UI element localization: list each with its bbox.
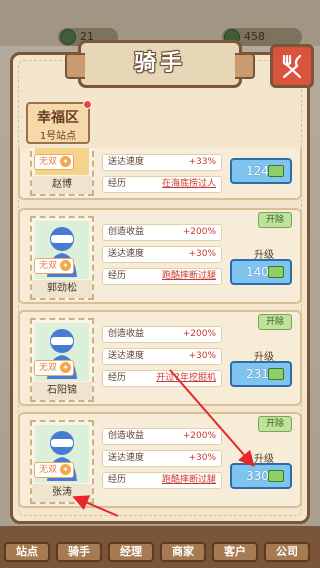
station-label: 1号站点 bbox=[39, 131, 77, 142]
fire-button[interactable]: 开除 bbox=[258, 314, 292, 330]
close-button[interactable] bbox=[270, 44, 314, 88]
fire-button[interactable]: 开除 bbox=[258, 416, 292, 432]
rider-card: 无双 ✦ 郭劲松 开除 创造收益 +200% 送达速度 +30% 经历 跑酷摔断过… bbox=[18, 208, 302, 304]
notification-dot bbox=[83, 100, 92, 109]
cash-icon bbox=[268, 470, 284, 482]
stat-revenue: 创造收益 +200% bbox=[102, 326, 222, 343]
cash-icon bbox=[268, 165, 284, 177]
rider-card: 无双 ✦ 张涛 开除 创造收益 +200% 送达速度 +30% 经历 跑酷摔断过腿… bbox=[18, 412, 302, 508]
nav-rider[interactable]: 骑手 bbox=[56, 542, 102, 562]
stat-experience: 经历 跑酷摔断过腿 bbox=[102, 268, 222, 285]
star-icon: ✦ bbox=[60, 464, 71, 475]
district-selector[interactable]: 幸福区 1号站点 bbox=[26, 100, 92, 144]
stat-revenue: 创造收益 +200% bbox=[102, 224, 222, 241]
stat-speed: 送达速度 +30% bbox=[102, 348, 222, 365]
stat-experience: 经历 开过7年挖掘机 bbox=[102, 370, 222, 387]
upgrade-button[interactable]: 140 bbox=[230, 259, 292, 285]
nav-station[interactable]: 站点 bbox=[4, 542, 50, 562]
nav-customer[interactable]: 客户 bbox=[212, 542, 258, 562]
nav-merchant[interactable]: 商家 bbox=[160, 542, 206, 562]
district-name: 幸福区 bbox=[37, 110, 79, 126]
star-icon: ✦ bbox=[60, 260, 71, 271]
rarity-badge: 无双 ✦ bbox=[34, 258, 74, 274]
cash-icon bbox=[268, 266, 284, 278]
rider-portrait: 无双 ✦ 张涛 bbox=[30, 420, 94, 504]
stat-speed: 送达速度 +30% bbox=[102, 246, 222, 263]
nav-manager[interactable]: 经理 bbox=[108, 542, 154, 562]
star-icon: ✦ bbox=[60, 156, 71, 167]
page-title: 骑手 bbox=[133, 51, 186, 76]
rider-card: 无双 ✦ 石阳锦 开除 创造收益 +200% 送达速度 +30% 经历 开过7年挖… bbox=[18, 310, 302, 406]
rider-name: 郭劲松 bbox=[32, 280, 92, 298]
rider-card: 无双 ✦ 赵博 送达速度 +33% 经历 在海底捞过人 124 bbox=[18, 148, 302, 200]
rider-portrait: 无双 ✦ 石阳锦 bbox=[30, 318, 94, 402]
fork-knife-icon bbox=[282, 54, 302, 79]
upgrade-button[interactable]: 124 bbox=[230, 158, 292, 184]
rarity-badge: 无双 ✦ bbox=[34, 462, 74, 478]
bottom-nav: 站点 骑手 经理 商家 客户 公司 bbox=[0, 526, 320, 568]
upgrade-button[interactable]: 231 bbox=[230, 361, 292, 387]
nav-company[interactable]: 公司 bbox=[264, 542, 310, 562]
star-icon: ✦ bbox=[60, 362, 71, 373]
stat-experience: 经历 在海底捞过人 bbox=[102, 176, 222, 193]
stat-speed: 送达速度 +30% bbox=[102, 450, 222, 467]
stat-speed: 送达速度 +33% bbox=[102, 154, 222, 171]
rider-name: 赵博 bbox=[32, 176, 92, 194]
rider-list[interactable]: 无双✦ 赵博 送达速度 +33% 经历 在海底捞过人 124 无双✦ 郭劲松 bbox=[18, 148, 302, 518]
stat-experience: 经历 跑酷摔断过腿 bbox=[102, 472, 222, 489]
stat-revenue: 创造收益 +200% bbox=[102, 428, 222, 445]
rarity-badge: 无双 ✦ bbox=[34, 154, 74, 170]
rider-portrait: 无双 ✦ 郭劲松 bbox=[30, 216, 94, 300]
rider-portrait: 无双 ✦ 赵博 bbox=[30, 148, 94, 196]
title-banner: 骑手 bbox=[65, 40, 255, 88]
rarity-badge: 无双 ✦ bbox=[34, 360, 74, 376]
fire-button[interactable]: 开除 bbox=[258, 212, 292, 228]
rider-name: 张涛 bbox=[32, 484, 92, 502]
rider-name: 石阳锦 bbox=[32, 382, 92, 400]
cash-icon bbox=[268, 368, 284, 380]
upgrade-button[interactable]: 330 bbox=[230, 463, 292, 489]
